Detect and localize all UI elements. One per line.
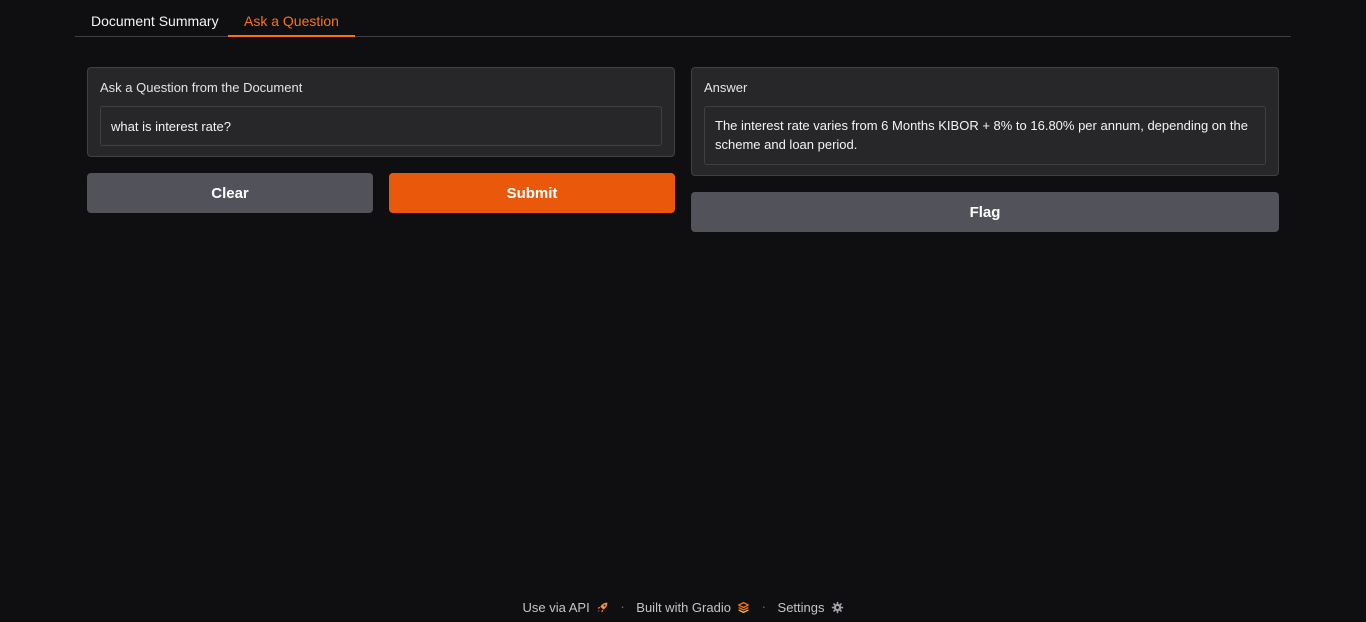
submit-button[interactable]: Submit	[389, 173, 675, 213]
use-via-api-label: Use via API	[522, 599, 590, 615]
tab-ask-a-question[interactable]: Ask a Question	[228, 0, 355, 37]
flag-button[interactable]: Flag	[691, 192, 1279, 232]
footer: Use via API · Built with Gradio · Settin…	[0, 598, 1366, 618]
question-label: Ask a Question from the Document	[100, 80, 303, 95]
question-panel: Ask a Question from the Document	[87, 67, 675, 157]
footer-separator: ·	[620, 599, 625, 615]
settings-label: Settings	[777, 599, 825, 615]
clear-button[interactable]: Clear	[87, 173, 373, 213]
gradio-logo-icon	[737, 601, 749, 613]
tab-document-summary[interactable]: Document Summary	[75, 0, 235, 37]
use-via-api-link[interactable]: Use via API	[522, 599, 612, 615]
answer-panel: Answer The interest rate varies from 6 M…	[691, 67, 1279, 176]
footer-separator: ·	[761, 599, 766, 615]
question-input[interactable]	[100, 106, 662, 146]
settings-link[interactable]: Settings	[777, 599, 844, 615]
answer-label: Answer	[704, 80, 748, 95]
built-with-gradio-label: Built with Gradio	[636, 599, 731, 615]
built-with-gradio-link[interactable]: Built with Gradio	[636, 599, 753, 615]
rocket-icon	[597, 602, 608, 612]
answer-output: The interest rate varies from 6 Months K…	[704, 106, 1266, 165]
tab-bar: Document Summary Ask a Question	[75, 0, 1291, 37]
gear-icon	[831, 601, 843, 613]
